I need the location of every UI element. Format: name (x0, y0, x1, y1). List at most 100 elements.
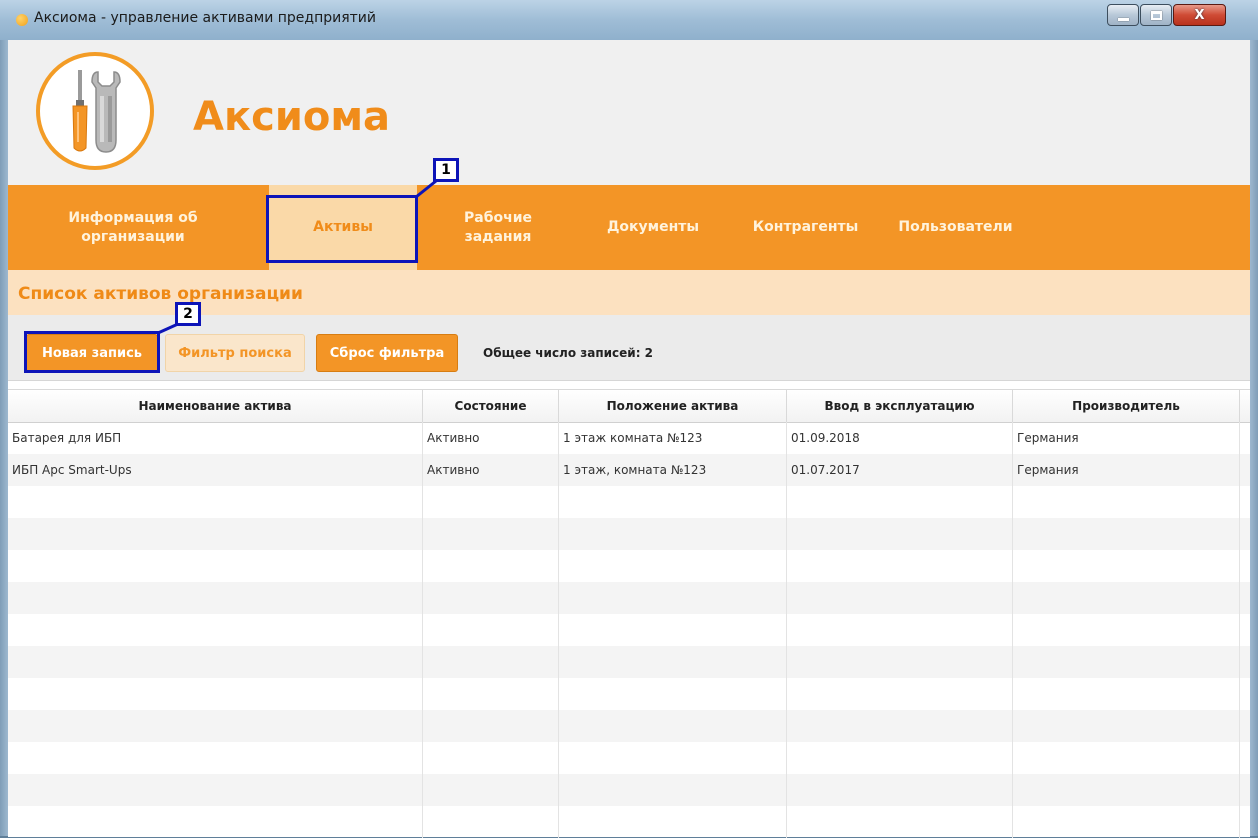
table-cell (787, 486, 1013, 518)
table-cell (787, 646, 1013, 678)
column-header-status[interactable]: Состояние (423, 390, 559, 422)
title-bar[interactable]: Аксиома - управление активами предприяти… (0, 0, 1258, 41)
table-cell (559, 742, 787, 774)
table-cell (559, 806, 787, 838)
minimize-button[interactable] (1107, 4, 1139, 26)
table-cell (559, 710, 787, 742)
table-cell (8, 710, 423, 742)
table-cell (787, 614, 1013, 646)
table-cell: 01.07.2017 (787, 454, 1013, 486)
close-icon: X (1194, 7, 1205, 23)
annotation-box-2 (24, 331, 160, 373)
table-cell (8, 518, 423, 550)
table-cell (559, 774, 787, 806)
nav-item-label: Информация об организации (68, 209, 198, 245)
table-cell (423, 742, 559, 774)
table-cell (559, 550, 787, 582)
search-filter-button[interactable]: Фильтр поиска (165, 334, 305, 372)
table-cell (559, 518, 787, 550)
table-row-empty[interactable] (8, 486, 1250, 518)
app-icon (16, 14, 28, 26)
nav-item-label: Рабочие задания (463, 209, 533, 245)
wrench-screwdriver-icon (72, 70, 121, 153)
table-cell: 01.09.2018 (787, 422, 1013, 454)
table-cell (423, 678, 559, 710)
section-title: Список активов организации (18, 284, 303, 304)
table-cell (1013, 742, 1240, 774)
table-cell (559, 614, 787, 646)
table-row-empty[interactable] (8, 614, 1250, 646)
table-cell (423, 550, 559, 582)
table-row-empty[interactable] (8, 550, 1250, 582)
maximize-icon (1150, 10, 1162, 20)
column-header-name[interactable]: Наименование актива (8, 390, 423, 422)
nav-item-documents[interactable]: Документы (593, 185, 713, 270)
table-row-empty[interactable] (8, 646, 1250, 678)
table-cell: Германия (1013, 454, 1240, 486)
nav-item-label: Документы (606, 219, 700, 235)
table-row-empty[interactable] (8, 774, 1250, 806)
table-cell (8, 742, 423, 774)
table-cell (423, 614, 559, 646)
table-cell (423, 486, 559, 518)
column-header-commissioning[interactable]: Ввод в эксплуатацию (787, 390, 1013, 422)
table-cell (1013, 646, 1240, 678)
table-cell (559, 582, 787, 614)
table-cell (423, 806, 559, 838)
table-cell (1013, 550, 1240, 582)
table-cell (787, 550, 1013, 582)
table-row-empty[interactable] (8, 678, 1250, 710)
table-cell (8, 806, 423, 838)
table-cell (787, 678, 1013, 710)
reset-filter-button[interactable]: Сброс фильтра (316, 334, 458, 372)
table-cell (8, 582, 423, 614)
main-nav: Информация об организации Активы Рабочие… (8, 185, 1250, 270)
table-cell (423, 518, 559, 550)
table-cell (1013, 710, 1240, 742)
table-cell (787, 742, 1013, 774)
column-header-manufacturer[interactable]: Производитель (1013, 390, 1240, 422)
app-window: Аксиома - управление активами предприяти… (0, 0, 1258, 838)
table-cell: Активно (423, 422, 559, 454)
table-cell (787, 774, 1013, 806)
table-cell (559, 678, 787, 710)
table-cell (559, 646, 787, 678)
table-cell (1013, 582, 1240, 614)
table-cell (1013, 806, 1240, 838)
table-cell: 1 этаж, комната №123 (559, 454, 787, 486)
close-button[interactable]: X (1173, 4, 1226, 26)
nav-item-organization-info[interactable]: Информация об организации (33, 185, 233, 270)
table-row-empty[interactable] (8, 710, 1250, 742)
maximize-button[interactable] (1140, 4, 1172, 26)
window-title: Аксиома - управление активами предприяти… (34, 10, 376, 26)
column-header-location[interactable]: Положение актива (559, 390, 787, 422)
table-cell (1013, 486, 1240, 518)
table-cell (423, 710, 559, 742)
table-cell (8, 646, 423, 678)
annotation-marker-2: 2 (175, 302, 201, 326)
table-cell (423, 774, 559, 806)
table-row[interactable]: ИБП Apc Smart-Ups Активно 1 этаж, комнат… (8, 454, 1250, 486)
table-row-empty[interactable] (8, 582, 1250, 614)
table-cell (559, 486, 787, 518)
minimize-icon (1117, 17, 1129, 21)
table-row-empty[interactable] (8, 806, 1250, 838)
nav-item-work-orders[interactable]: Рабочие задания (448, 185, 548, 270)
logo (36, 52, 154, 170)
table-cell (1013, 614, 1240, 646)
window-frame-left (0, 40, 8, 836)
table-row[interactable]: Батарея для ИБП Активно 1 этаж комната №… (8, 422, 1250, 454)
table-row-empty[interactable] (8, 742, 1250, 774)
table-cell (1013, 774, 1240, 806)
table-cell (787, 710, 1013, 742)
total-count: Общее число записей: 2 (483, 346, 654, 360)
table-cell (423, 646, 559, 678)
window-frame-right (1250, 40, 1258, 836)
nav-item-users[interactable]: Пользователи (888, 185, 1023, 270)
app-header: Аксиома (8, 40, 1250, 185)
table-cell (1013, 518, 1240, 550)
table-cell: ИБП Apc Smart-Ups (8, 454, 423, 486)
table-cell (8, 614, 423, 646)
table-row-empty[interactable] (8, 518, 1250, 550)
nav-item-contractors[interactable]: Контрагенты (743, 185, 868, 270)
